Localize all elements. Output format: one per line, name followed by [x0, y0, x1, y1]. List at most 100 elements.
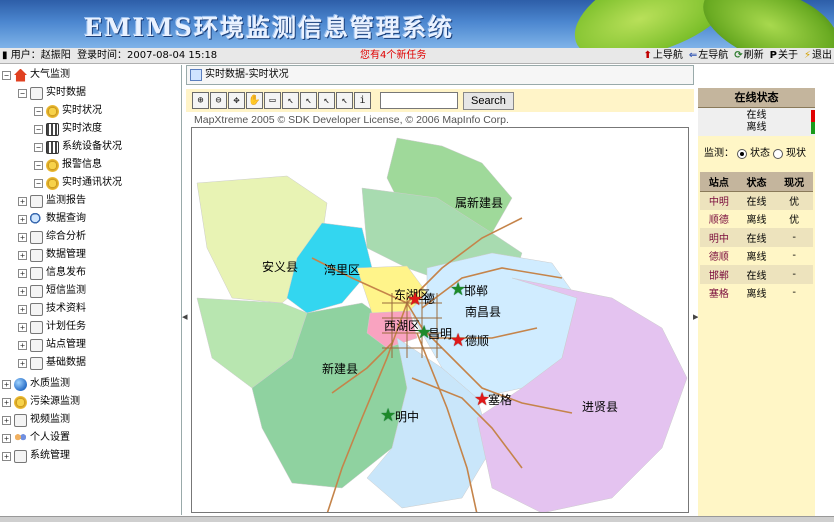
- tree-item-device-status[interactable]: − 系统设备状况: [34, 138, 122, 156]
- tree-item-realtime-status[interactable]: − 实时状况: [34, 102, 102, 120]
- gear-icon: [46, 158, 59, 172]
- tree-item-analysis[interactable]: + 综合分析: [18, 228, 86, 246]
- expand-icon[interactable]: +: [2, 397, 11, 407]
- exit-link[interactable]: ⚡ 退出: [804, 48, 832, 64]
- station-label: 德: [423, 292, 436, 306]
- legend-green-swatch: [811, 122, 815, 134]
- tree-item-sms-monitor[interactable]: + 短信监测: [18, 282, 86, 300]
- expand-icon[interactable]: +: [18, 196, 27, 206]
- tree-item-label: 实时状况: [62, 105, 102, 116]
- expand-icon[interactable]: +: [18, 340, 27, 350]
- expand-icon[interactable]: +: [18, 214, 27, 224]
- expand-icon[interactable]: +: [2, 379, 11, 389]
- tree-item-data-management[interactable]: + 数据管理: [18, 246, 86, 264]
- tree-item-alarm-info[interactable]: − 报警信息: [34, 156, 102, 174]
- collapse-icon[interactable]: −: [18, 88, 27, 98]
- tree-item-data-query[interactable]: + 数据查询: [18, 210, 86, 228]
- table-row[interactable]: 明中 在线 -: [700, 228, 813, 247]
- select-radius-icon[interactable]: ↖: [300, 92, 317, 109]
- zoom-in-icon[interactable]: ⊕: [192, 92, 209, 109]
- pan-hand-icon[interactable]: ✋: [246, 92, 263, 109]
- select-rect-icon[interactable]: ↖: [318, 92, 335, 109]
- tree-item-air-monitoring[interactable]: − 大气监测: [2, 66, 70, 84]
- expand-icon[interactable]: +: [2, 451, 11, 461]
- map-search-input[interactable]: [380, 92, 458, 109]
- tree-item-label: 系统管理: [30, 450, 70, 461]
- station-name[interactable]: 邯郸: [700, 265, 738, 284]
- tree-item-info-publish[interactable]: + 信息发布: [18, 264, 86, 282]
- expand-icon[interactable]: +: [2, 415, 11, 425]
- expand-icon[interactable]: +: [18, 304, 27, 314]
- tree-item-comm-status[interactable]: − 实时通讯状况: [34, 174, 122, 192]
- left-nav-label: 左导航: [698, 50, 729, 61]
- collapse-icon[interactable]: −: [2, 70, 11, 80]
- station-status: 离线: [737, 283, 776, 302]
- table-row[interactable]: 邯郸 在线 -: [700, 265, 813, 284]
- map-view[interactable]: 属新建县 安义县 湾里区 东湖区 南昌县 西湖区 新建县 进贤县 ★ 邯郸 ★ …: [191, 127, 689, 513]
- tree-item-label: 数据查询: [46, 213, 86, 224]
- expand-icon[interactable]: +: [2, 433, 11, 443]
- tree-item-water-monitoring[interactable]: + 水质监测: [2, 375, 70, 393]
- select-polygon-icon[interactable]: ↖: [336, 92, 353, 109]
- info-icon[interactable]: i: [354, 92, 371, 109]
- login-time-label: 登录时间：2007-08-04 15:18: [77, 50, 218, 61]
- map-search-button[interactable]: Search: [463, 91, 514, 110]
- table-row[interactable]: 中明 在线 优: [700, 191, 813, 210]
- expand-icon[interactable]: +: [18, 322, 27, 332]
- up-nav-link[interactable]: ⬆ 上导航: [643, 48, 682, 64]
- station-name[interactable]: 中明: [700, 191, 738, 210]
- expand-icon[interactable]: +: [18, 268, 27, 278]
- station-name[interactable]: 明中: [700, 228, 738, 247]
- radio-current[interactable]: [773, 149, 783, 159]
- tree-item-base-data[interactable]: + 基础数据: [18, 354, 86, 372]
- table-row[interactable]: 塞格 离线 -: [700, 283, 813, 302]
- tree-item-tech-docs[interactable]: + 技术资料: [18, 300, 86, 318]
- leaf-icon: −: [34, 142, 43, 152]
- tree-item-personal-settings[interactable]: + 个人设置: [2, 429, 70, 447]
- tree-item-monitor-report[interactable]: + 监测报告: [18, 192, 86, 210]
- expand-icon[interactable]: +: [18, 286, 27, 296]
- tree-item-realtime-data[interactable]: − 实时数据: [18, 84, 86, 102]
- zoom-out-icon[interactable]: ⊖: [210, 92, 227, 109]
- select-icon[interactable]: ↖: [282, 92, 299, 109]
- expand-icon[interactable]: +: [18, 250, 27, 260]
- expand-icon[interactable]: +: [18, 358, 27, 368]
- header-station: 站点: [700, 172, 738, 192]
- expand-icon[interactable]: +: [18, 232, 27, 242]
- station-marker-offline[interactable]: ★: [407, 291, 423, 309]
- measure-icon[interactable]: ▭: [264, 92, 281, 109]
- tree-item-label: 数据管理: [46, 249, 86, 260]
- gear-icon: [46, 176, 59, 190]
- map-toolbar: ⊕ ⊖ ✥ ✋ ▭ ↖ ↖ ↖ ↖ i Search: [186, 89, 694, 112]
- map-label-region: 新建县: [322, 362, 359, 376]
- tree-item-realtime-concentration[interactable]: − 实时浓度: [34, 120, 102, 138]
- legend-online: 在线: [746, 110, 767, 121]
- table-row[interactable]: 德顺 离线 -: [700, 246, 813, 265]
- station-name[interactable]: 德顺: [700, 246, 738, 265]
- people-icon: [14, 431, 27, 445]
- refresh-link[interactable]: ⟳ 刷新: [734, 48, 763, 64]
- tree-item-video-monitoring[interactable]: + 视频监测: [2, 411, 70, 429]
- tree-item-pollution-source[interactable]: + 污染源监测: [2, 393, 80, 411]
- doc-icon: [14, 413, 27, 427]
- station-label: 塞格: [488, 393, 513, 407]
- doc-icon: [30, 320, 43, 334]
- new-task-notice[interactable]: 您有4个新任务: [360, 48, 426, 64]
- user-icon: ▮: [2, 50, 8, 61]
- tree-item-site-management[interactable]: + 站点管理: [18, 336, 86, 354]
- station-marker-online[interactable]: ★: [380, 407, 396, 425]
- radio-status[interactable]: [737, 149, 747, 159]
- station-marker-offline[interactable]: ★: [450, 332, 466, 350]
- station-name[interactable]: 塞格: [700, 283, 738, 302]
- table-row[interactable]: 顺德 离线 优: [700, 209, 813, 228]
- user-label: 用户：赵振阳: [10, 50, 71, 61]
- tree-item-system-management[interactable]: + 系统管理: [2, 447, 70, 465]
- tree-item-label: 水质监测: [30, 378, 70, 389]
- station-status-panel: 在线状态 在线 离线 监测： 状态 现状 站点 状态 现况 中明 在线 优 顺德…: [698, 88, 815, 516]
- station-name[interactable]: 顺德: [700, 209, 738, 228]
- tree-item-planned-tasks[interactable]: + 计划任务: [18, 318, 86, 336]
- full-extent-icon[interactable]: ✥: [228, 92, 245, 109]
- left-nav-link[interactable]: ⇐ 左导航: [689, 48, 728, 64]
- header-status: 状态: [737, 172, 776, 192]
- about-link[interactable]: P 关于: [770, 48, 798, 64]
